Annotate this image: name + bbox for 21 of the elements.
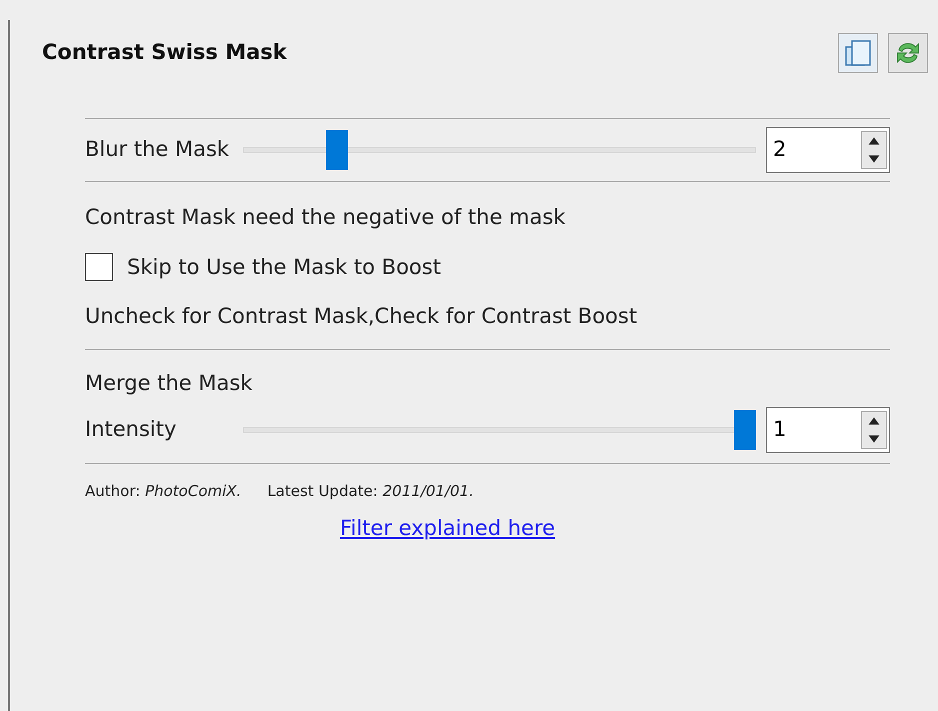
checkbox[interactable]	[85, 253, 113, 282]
spin-box[interactable]: 1	[766, 407, 890, 453]
update-text: Latest Update: 2011/01/01.	[267, 481, 474, 502]
slider-thumb[interactable]	[734, 410, 756, 450]
slider-label: Blur the Mask	[85, 136, 230, 164]
slider-label: Intensity	[85, 416, 178, 444]
filter-link[interactable]: Filter explained here	[340, 512, 556, 544]
slider-thumb[interactable]	[326, 130, 348, 170]
spin-box[interactable]: 2	[766, 127, 890, 173]
checkbox-label: Skip to Use the Mask to Boost	[127, 254, 441, 280]
note-text: Contrast Mask need the negative of the mask	[85, 204, 566, 231]
hint-text: Uncheck for Contrast Mask,Check for Contrast Boost	[85, 303, 638, 330]
spin-value: 2	[772, 136, 788, 164]
window-icon[interactable]	[838, 33, 878, 73]
panel-title: Contrast Swiss Mask	[42, 39, 287, 66]
refresh-icon[interactable]	[888, 33, 928, 73]
slider-track[interactable]	[243, 410, 756, 450]
spin-value: 1	[772, 416, 788, 444]
section-heading: Merge the Mask	[85, 370, 254, 396]
slider-track[interactable]	[243, 130, 756, 170]
author-text: Author: PhotoComiX.	[85, 481, 242, 502]
